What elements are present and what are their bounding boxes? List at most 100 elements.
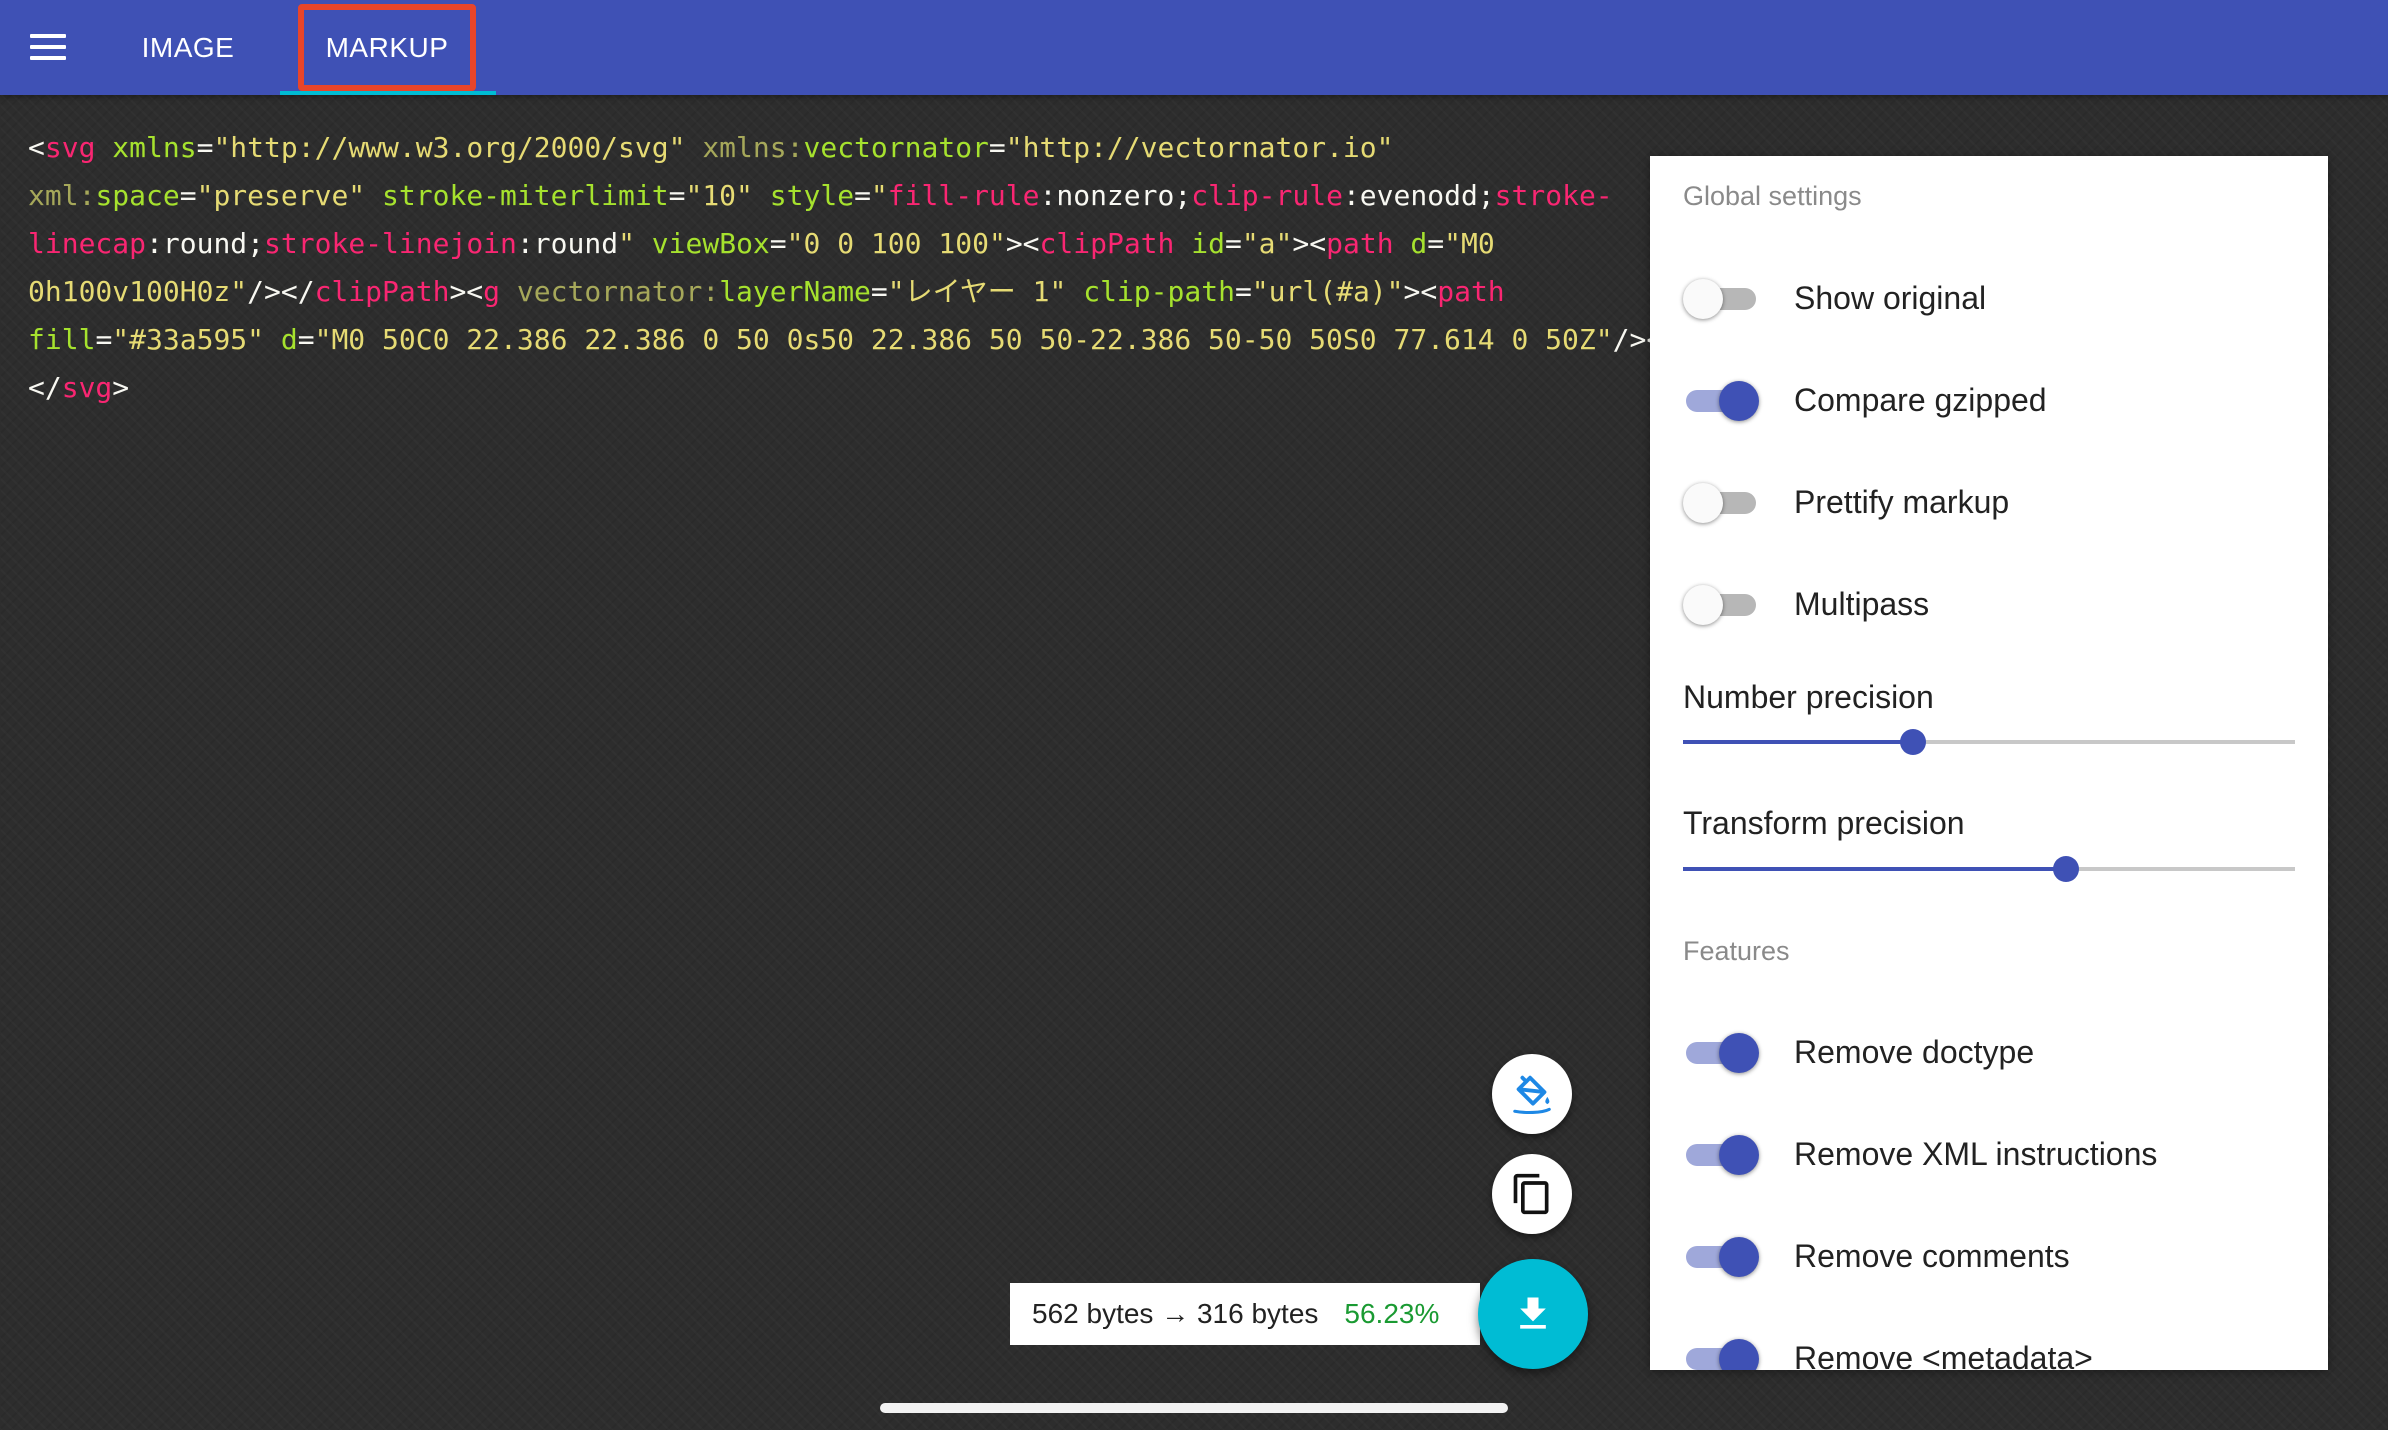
number-precision-slider[interactable] <box>1683 722 2295 762</box>
code-line: fill="#33a595" d="M0 50C0 22.386 22.386 … <box>28 316 1714 364</box>
code-token: id <box>1191 227 1225 260</box>
code-token: "preserve" <box>196 179 366 212</box>
code-token: :nonzero; <box>1039 179 1192 212</box>
code-token: d <box>280 323 298 356</box>
code-token: >< <box>449 275 484 308</box>
optimized-size: 316 bytes <box>1196 1298 1319 1329</box>
original-size: 562 bytes <box>1032 1298 1154 1329</box>
code-token: stroke-miterlimit <box>382 179 669 212</box>
code-token: = <box>196 131 214 164</box>
code-token: = <box>854 179 871 212</box>
code-token: "10" <box>685 179 753 212</box>
transform-precision-slider[interactable] <box>1683 849 2295 889</box>
slider-handle[interactable] <box>1899 729 1926 755</box>
toggle-remove-comments[interactable]: Remove comments <box>1683 1228 2303 1284</box>
code-token: viewBox <box>651 227 770 260</box>
code-token: fill-rule <box>887 179 1040 212</box>
copy-button[interactable] <box>1492 1154 1572 1234</box>
arrow-icon: → <box>1161 1298 1190 1329</box>
switch[interactable] <box>1683 474 1759 530</box>
toggle-label: Multipass <box>1794 585 1930 622</box>
code-token: svg <box>61 371 113 404</box>
tab-image-label: IMAGE <box>141 31 235 63</box>
code-token: path <box>1326 227 1394 260</box>
tab-markup[interactable]: MARKUP <box>298 0 476 95</box>
code-line: 0h100v100H0z"/></clipPath><g vectornator… <box>28 268 1648 316</box>
code-token: :round; <box>146 227 265 260</box>
code-token: 0h100v100H0z" <box>28 275 248 308</box>
code-token: fill <box>28 323 96 356</box>
code-token: = <box>1234 275 1252 308</box>
code-token: layerName <box>719 275 871 308</box>
code-token: "レイヤー 1" <box>887 275 1067 308</box>
code-token: " <box>870 179 888 212</box>
code-token: svg <box>44 131 96 164</box>
code-token: = <box>769 227 787 260</box>
toggle-label: Remove XML instructions <box>1794 1135 2158 1172</box>
toggle-prettify-markup[interactable]: Prettify markup <box>1683 474 2303 530</box>
code-line: </svg> <box>28 364 1648 412</box>
code-token: clip-rule <box>1191 179 1343 212</box>
code-token: = <box>95 323 113 356</box>
switch[interactable] <box>1683 270 1759 326</box>
code-token: "http://www.w3.org/2000/svg" <box>213 131 686 164</box>
code-token: "M0 <box>1444 227 1495 260</box>
code-token: < <box>28 131 45 164</box>
toggle-remove-doctype[interactable]: Remove doctype <box>1683 1024 2303 1080</box>
code-token: :evenodd; <box>1342 179 1495 212</box>
code-token: vectornator: <box>516 275 720 308</box>
tab-image[interactable]: IMAGE <box>128 0 248 95</box>
toggle-multipass[interactable]: Multipass <box>1683 576 2303 632</box>
code-token: "M0 50C0 22.386 22.386 0 50 0s50 22.386 … <box>314 323 1613 356</box>
size-results: 562 bytes → 316 bytes 56.23% <box>1010 1283 1480 1345</box>
code-token: = <box>870 275 888 308</box>
number-precision-label: Number precision <box>1683 679 1934 715</box>
code-token: stroke-linejoin <box>264 227 517 260</box>
transform-precision-label: Transform precision <box>1683 805 1965 841</box>
switch[interactable] <box>1683 1228 1759 1284</box>
copy-icon <box>1513 1173 1549 1215</box>
toggle-show-original[interactable]: Show original <box>1683 270 2303 326</box>
settings-panel: Global settings Show original Compare gz… <box>1650 156 2328 1370</box>
switch[interactable] <box>1683 1330 1759 1370</box>
switch[interactable] <box>1683 372 1759 428</box>
code-token: "http://vectornator.io" <box>1005 131 1394 164</box>
code-token: = <box>668 179 686 212</box>
markup-code-view[interactable]: <svg xmlns="http://www.w3.org/2000/svg" … <box>28 124 1714 412</box>
code-token: space <box>95 179 180 212</box>
code-token: = <box>297 323 315 356</box>
slider-handle[interactable] <box>2052 856 2079 882</box>
toggle-label: Prettify markup <box>1794 483 2010 520</box>
download-button[interactable] <box>1478 1259 1588 1369</box>
code-token: = <box>1427 227 1445 260</box>
app-bar: IMAGE MARKUP <box>0 0 2388 95</box>
code-token: clipPath <box>314 275 450 308</box>
active-tab-indicator <box>280 91 496 95</box>
toggle-compare-gzipped[interactable]: Compare gzipped <box>1683 372 2303 428</box>
code-token: xml: <box>28 179 96 212</box>
switch[interactable] <box>1683 1024 1759 1080</box>
toggle-remove-metadata[interactable]: Remove <metadata> <box>1683 1330 2303 1370</box>
switch[interactable] <box>1683 576 1759 632</box>
edit-style-button[interactable] <box>1492 1054 1572 1134</box>
menu-icon[interactable] <box>22 24 74 70</box>
code-token: stroke- <box>1494 179 1613 212</box>
savings-percent: 56.23% <box>1344 1298 1440 1329</box>
toggle-remove-xml-instructions[interactable]: Remove XML instructions <box>1683 1126 2303 1182</box>
features-heading: Features <box>1683 936 1790 966</box>
code-token: xmlns: <box>702 131 804 164</box>
code-token: d <box>1410 227 1428 260</box>
download-icon <box>1520 1297 1546 1329</box>
code-line: <svg xmlns="http://www.w3.org/2000/svg" … <box>28 124 1648 172</box>
code-line: xml:space="preserve" stroke-miterlimit="… <box>28 172 1648 220</box>
switch[interactable] <box>1683 1126 1759 1182</box>
code-token: path <box>1437 275 1505 308</box>
code-token: xmlns <box>112 131 197 164</box>
code-token: = <box>988 131 1006 164</box>
